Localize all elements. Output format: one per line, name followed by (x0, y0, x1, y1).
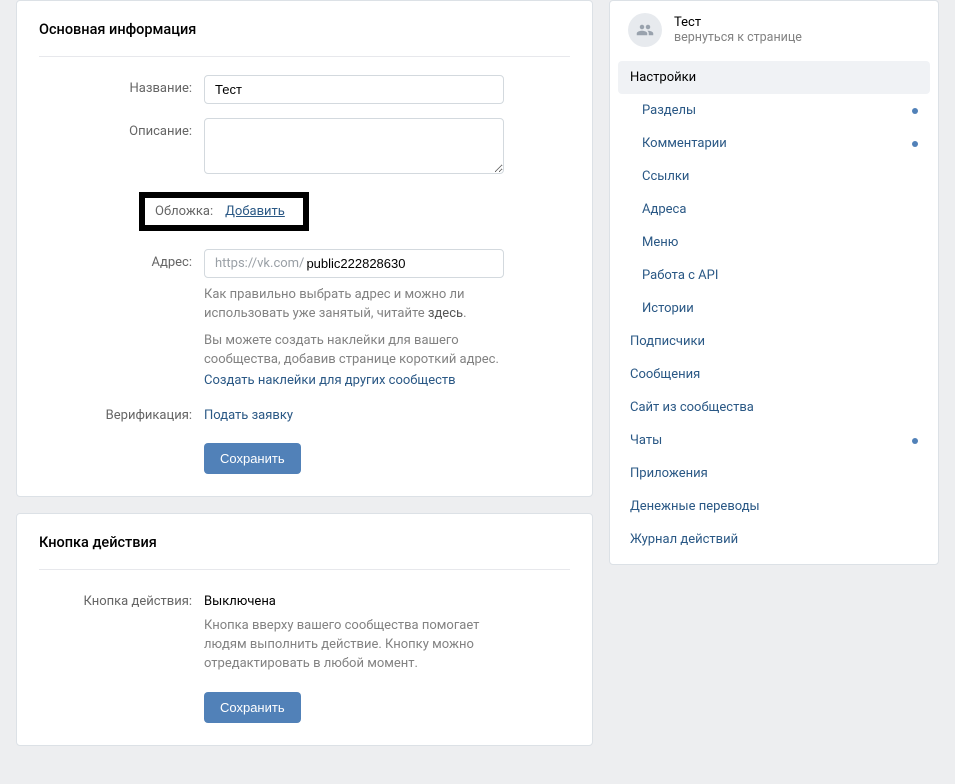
sidebar-item-label: Меню (642, 235, 678, 250)
row-verification: Верификация: Подать заявку (39, 402, 570, 423)
stickers-other-link[interactable]: Создать наклейки для других сообществ (204, 373, 456, 388)
group-icon (636, 21, 654, 39)
sidebar-item[interactable]: Комментарии (618, 127, 930, 160)
row-address: Адрес: https://vk.com/ Как правильно выб… (39, 249, 570, 388)
sidebar-item-label: Сайт из сообщества (630, 400, 754, 415)
row-cover-highlighted: Обложка: Добавить (139, 192, 309, 231)
action-state-value: Выключена (204, 588, 570, 609)
sidebar-item[interactable]: Сообщения (618, 358, 930, 391)
address-hint: Как правильно выбрать адрес и можно ли и… (204, 286, 514, 324)
notification-dot-icon (912, 438, 918, 444)
sidebar-item-label: Истории (642, 301, 694, 316)
back-to-page-link[interactable]: вернуться к странице (674, 30, 802, 45)
sidebar-item-label: Подписчики (630, 334, 705, 349)
label-address: Адрес: (39, 249, 204, 270)
label-name: Название: (39, 75, 204, 96)
row-name: Название: (39, 75, 570, 104)
sidebar-item-label: Сообщения (630, 367, 700, 382)
sidebar-item-label: Комментарии (642, 136, 727, 151)
sidebar-item-label: Приложения (630, 466, 708, 481)
action-button-card: Кнопка действия Кнопка действия: Выключе… (16, 513, 593, 746)
sidebar-item-label: Настройки (630, 70, 696, 85)
sidebar-item[interactable]: Денежные переводы (618, 490, 930, 523)
label-cover: Обложка: (155, 204, 225, 219)
name-input[interactable] (204, 75, 504, 104)
notification-dot-icon (912, 108, 918, 114)
sidebar-item[interactable]: Подписчики (618, 325, 930, 358)
sidebar-item-label: Работа с API (642, 268, 718, 283)
verification-apply-link[interactable]: Подать заявку (204, 408, 293, 423)
row-action-state: Кнопка действия: Выключена Кнопка вверху… (39, 588, 570, 674)
group-name: Тест (674, 15, 802, 30)
sidebar-item[interactable]: Разделы (618, 94, 930, 127)
label-verification: Верификация: (39, 402, 204, 423)
sidebar-item[interactable]: Чаты (618, 424, 930, 457)
label-action: Кнопка действия: (39, 588, 204, 609)
sidebar-item[interactable]: Настройки (618, 61, 930, 94)
sidebar-item[interactable]: Меню (618, 226, 930, 259)
sidebar-card: Тест вернуться к странице Настройки Разде… (609, 0, 939, 565)
sidebar-item-label: Журнал действий (630, 532, 738, 547)
sidebar-item-label: Адреса (642, 202, 686, 217)
address-input[interactable] (304, 250, 503, 277)
sidebar-item[interactable]: Сайт из сообщества (618, 391, 930, 424)
sidebar-menu: Настройки Разделы Комментарии Ссылки Адреса М… (610, 61, 938, 556)
sidebar-item[interactable]: Истории (618, 292, 930, 325)
label-description: Описание: (39, 118, 204, 139)
cover-add-link[interactable]: Добавить (225, 204, 285, 219)
sidebar-item-label: Денежные переводы (630, 499, 760, 514)
group-avatar (628, 13, 662, 47)
sidebar-item-label: Разделы (642, 103, 696, 118)
stickers-hint: Вы можете создать наклейки для вашего со… (204, 332, 514, 370)
address-hint-here-link[interactable]: здесь (428, 306, 463, 321)
basic-info-title: Основная информация (39, 21, 570, 57)
description-input[interactable] (204, 118, 504, 174)
action-button-title: Кнопка действия (39, 534, 570, 570)
action-hint: Кнопка вверху вашего сообщества помогает… (204, 617, 514, 674)
sidebar-item[interactable]: Журнал действий (618, 523, 930, 556)
sidebar-header[interactable]: Тест вернуться к странице (610, 1, 938, 61)
row-description: Описание: (39, 118, 570, 178)
sidebar-item[interactable]: Работа с API (618, 259, 930, 292)
address-input-wrap[interactable]: https://vk.com/ (204, 249, 504, 278)
sidebar-item[interactable]: Адреса (618, 193, 930, 226)
sidebar-item[interactable]: Приложения (618, 457, 930, 490)
address-prefix: https://vk.com/ (215, 250, 304, 277)
sidebar-item-label: Ссылки (642, 169, 689, 184)
sidebar-item-label: Чаты (630, 433, 662, 448)
sidebar-item[interactable]: Ссылки (618, 160, 930, 193)
basic-info-card: Основная информация Название: Описание: … (16, 0, 593, 497)
save-button[interactable]: Сохранить (204, 443, 301, 474)
notification-dot-icon (912, 141, 918, 147)
action-save-button[interactable]: Сохранить (204, 692, 301, 723)
